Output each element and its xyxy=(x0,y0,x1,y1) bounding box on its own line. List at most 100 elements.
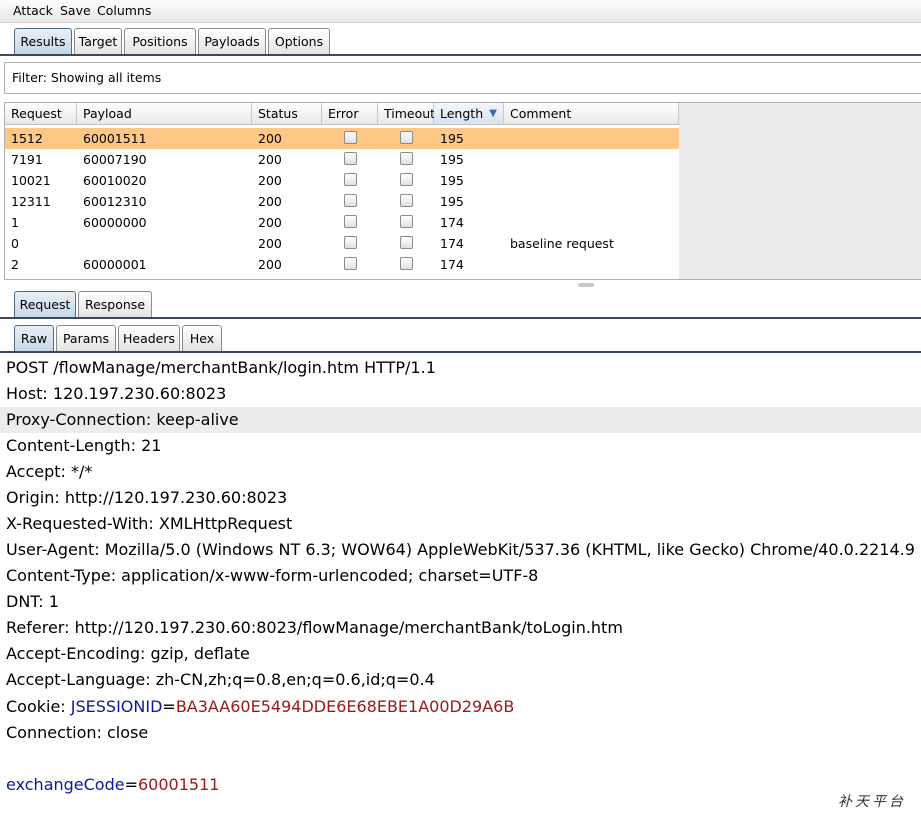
cell-request: 2 xyxy=(11,257,19,272)
table-row[interactable]: 1512 60001511 200 195 xyxy=(5,128,679,149)
results-table: Request Payload Status Error Timeout Len… xyxy=(4,102,921,280)
cookie-value: BA3AA60E5494DDE6E68EBE1A00D29A6B xyxy=(175,697,515,716)
error-checkbox xyxy=(344,236,357,249)
request-line: POST /flowManage/merchantBank/login.htm … xyxy=(6,358,436,377)
cell-length: 195 xyxy=(440,152,464,167)
timeout-checkbox xyxy=(400,194,413,207)
error-checkbox xyxy=(344,131,357,144)
table-row[interactable]: 7191 60007190 200 195 xyxy=(5,149,679,170)
filter-bar[interactable]: Filter: Showing all items xyxy=(4,62,921,94)
col-header-error[interactable]: Error xyxy=(322,103,378,125)
param-equals: = xyxy=(124,775,138,794)
tab-options[interactable]: Options xyxy=(268,28,330,54)
request-line: User-Agent: Mozilla/5.0 (Windows NT 6.3;… xyxy=(6,540,915,559)
cell-length: 174 xyxy=(440,257,464,272)
table-empty-area xyxy=(679,103,921,279)
detail-tab-bar: Request Response xyxy=(0,291,921,319)
request-line: Accept-Language: zh-CN,zh;q=0.8,en;q=0.6… xyxy=(6,670,435,689)
tab-raw[interactable]: Raw xyxy=(14,325,54,351)
tab-response[interactable]: Response xyxy=(78,291,152,317)
cell-status: 200 xyxy=(258,215,282,230)
tab-results[interactable]: Results xyxy=(14,28,72,54)
request-line-cookie: Cookie: JSESSIONID=BA3AA60E5494DDE6E68EB… xyxy=(6,694,921,720)
cell-length: 174 xyxy=(440,236,464,251)
cell-request: 10021 xyxy=(11,173,51,188)
cell-status: 200 xyxy=(258,236,282,251)
tab-request[interactable]: Request xyxy=(14,291,76,317)
col-header-request[interactable]: Request xyxy=(5,103,77,125)
table-row[interactable]: 10021 60010020 200 195 xyxy=(5,170,679,191)
cell-status: 200 xyxy=(258,257,282,272)
col-header-payload[interactable]: Payload xyxy=(77,103,252,125)
col-header-status[interactable]: Status xyxy=(252,103,322,125)
cell-payload: 60012310 xyxy=(83,194,147,209)
cell-comment: baseline request xyxy=(510,236,614,251)
cell-status: 200 xyxy=(258,131,282,146)
param-name: exchangeCode xyxy=(6,775,125,794)
cell-status: 200 xyxy=(258,194,282,209)
request-line: Accept-Encoding: gzip, deflate xyxy=(6,644,250,663)
timeout-checkbox xyxy=(400,215,413,228)
menu-save[interactable]: Save xyxy=(60,3,91,18)
error-checkbox xyxy=(344,152,357,165)
sort-descending-icon: ▼ xyxy=(489,108,497,119)
table-row[interactable]: 2 60000001 200 174 xyxy=(5,254,679,275)
cell-length: 195 xyxy=(440,194,464,209)
tab-headers[interactable]: Headers xyxy=(118,325,180,351)
col-header-length-label: Length xyxy=(440,106,484,121)
error-checkbox xyxy=(344,215,357,228)
top-tab-bar: Results Target Positions Payloads Option… xyxy=(0,28,921,56)
request-line-connection: Connection: close xyxy=(6,723,149,742)
table-row[interactable]: 0 200 174 baseline request xyxy=(5,233,679,254)
cell-length: 195 xyxy=(440,173,464,188)
cell-status: 200 xyxy=(258,173,282,188)
menu-bar: Attack Save Columns xyxy=(0,0,921,23)
table-row[interactable]: 1 60000000 200 174 xyxy=(5,212,679,233)
col-header-timeout[interactable]: Timeout xyxy=(378,103,435,125)
cell-request: 1512 xyxy=(11,131,43,146)
param-value: 60001511 xyxy=(138,775,220,794)
detail-tab-divider xyxy=(0,317,921,319)
tab-params[interactable]: Params xyxy=(56,325,116,351)
cell-payload: 60007190 xyxy=(83,152,147,167)
cell-length: 195 xyxy=(440,131,464,146)
cell-payload: 60000000 xyxy=(83,215,147,230)
view-tab-divider xyxy=(0,351,921,353)
timeout-checkbox xyxy=(400,152,413,165)
view-tab-bar: Raw Params Headers Hex xyxy=(0,325,921,353)
request-line: Host: 120.197.230.60:8023 xyxy=(6,384,227,403)
tab-hex[interactable]: Hex xyxy=(182,325,222,351)
tab-target[interactable]: Target xyxy=(74,28,122,54)
table-row[interactable]: 12311 60012310 200 195 xyxy=(5,191,679,212)
watermark-logo: 补天平台 xyxy=(838,794,906,810)
col-header-length[interactable]: Length ▼ xyxy=(434,103,504,125)
cell-payload: 60010020 xyxy=(83,173,147,188)
error-checkbox xyxy=(344,257,357,270)
timeout-checkbox xyxy=(400,257,413,270)
request-line: Proxy-Connection: keep-alive xyxy=(0,407,921,433)
tab-payloads[interactable]: Payloads xyxy=(198,28,266,54)
menu-columns[interactable]: Columns xyxy=(97,3,151,18)
cell-request: 0 xyxy=(11,236,19,251)
cell-request: 7191 xyxy=(11,152,43,167)
splitter-handle[interactable] xyxy=(578,283,594,287)
cell-length: 174 xyxy=(440,215,464,230)
timeout-checkbox xyxy=(400,131,413,144)
cell-request: 12311 xyxy=(11,194,51,209)
cell-status: 200 xyxy=(258,152,282,167)
cookie-name: JSESSIONID xyxy=(70,697,163,716)
error-checkbox xyxy=(344,173,357,186)
request-line: Origin: http://120.197.230.60:8023 xyxy=(6,488,288,507)
tab-positions[interactable]: Positions xyxy=(124,28,196,54)
col-header-comment[interactable]: Comment xyxy=(504,103,679,125)
menu-attack[interactable]: Attack xyxy=(13,3,53,18)
cell-request: 1 xyxy=(11,215,19,230)
cell-payload: 60001511 xyxy=(83,131,147,146)
request-line: X-Requested-With: XMLHttpRequest xyxy=(6,514,293,533)
request-line: Accept: */* xyxy=(6,462,93,481)
request-editor[interactable]: POST /flowManage/merchantBank/login.htm … xyxy=(0,355,921,814)
top-tab-divider xyxy=(0,54,921,56)
request-body-param: exchangeCode=60001511 xyxy=(6,772,921,798)
filter-text: Filter: Showing all items xyxy=(12,70,162,85)
request-line: Referer: http://120.197.230.60:8023/flow… xyxy=(6,618,623,637)
